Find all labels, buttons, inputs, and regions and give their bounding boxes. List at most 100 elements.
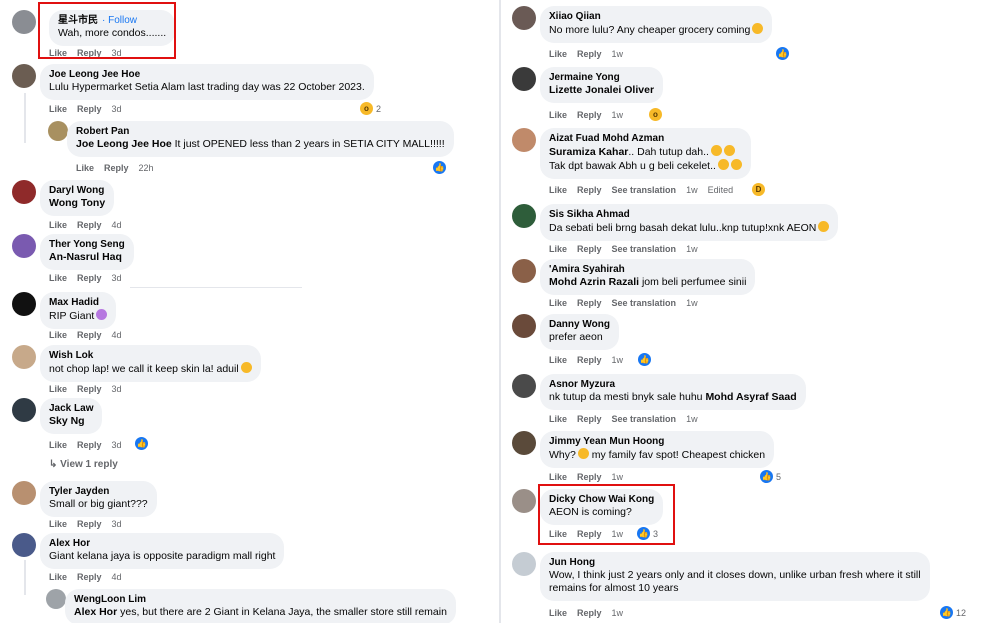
like-button[interactable]: Like (76, 163, 94, 173)
timestamp[interactable]: 3d (112, 273, 122, 283)
avatar[interactable] (512, 128, 536, 152)
reply-button[interactable]: Reply (577, 49, 602, 59)
like-button[interactable]: Like (549, 608, 567, 618)
like-button[interactable]: Like (49, 273, 67, 283)
mention-link[interactable]: Sky Ng (49, 415, 93, 428)
mention-link[interactable]: Alex Hor (74, 606, 117, 618)
reply-button[interactable]: Reply (104, 163, 129, 173)
avatar[interactable] (512, 489, 536, 513)
reply-button[interactable]: Reply (577, 608, 602, 618)
author-name[interactable]: Daryl Wong (49, 184, 105, 197)
author-name[interactable]: Xiiao Qiian (549, 10, 763, 23)
avatar[interactable] (12, 398, 36, 422)
reply-button[interactable]: Reply (77, 440, 102, 450)
reaction-summary[interactable]: 👍 5 (760, 470, 781, 483)
reaction-summary[interactable]: o2 (360, 102, 381, 115)
mention-link[interactable]: Mohd Asyraf Saad (705, 391, 796, 403)
timestamp[interactable]: 1w (686, 414, 698, 424)
avatar[interactable] (512, 314, 536, 338)
like-button[interactable]: Like (49, 330, 67, 340)
like-button[interactable]: Like (549, 355, 567, 365)
reaction-summary[interactable]: 👍 (638, 353, 651, 366)
avatar[interactable] (12, 10, 36, 34)
timestamp[interactable]: 1w (686, 244, 698, 254)
avatar[interactable] (46, 589, 66, 609)
avatar[interactable] (512, 374, 536, 398)
avatar[interactable] (12, 180, 36, 204)
see-translation-link[interactable]: See translation (612, 244, 677, 254)
avatar[interactable] (12, 292, 36, 316)
mention-link[interactable]: Lizette Jonalei Oliver (549, 84, 654, 97)
author-name[interactable]: Sis Sikha Ahmad (549, 208, 829, 221)
avatar[interactable] (512, 6, 536, 30)
see-translation-link[interactable]: See translation (612, 185, 677, 195)
reply-button[interactable]: Reply (577, 414, 602, 424)
author-name[interactable]: Aizat Fuad Mohd Azman (549, 132, 742, 145)
avatar[interactable] (512, 204, 536, 228)
timestamp[interactable]: 1w (612, 110, 624, 120)
like-button[interactable]: Like (49, 440, 67, 450)
mention-link[interactable]: Suramiza Kahar (549, 146, 628, 158)
reply-button[interactable]: Reply (77, 104, 102, 114)
timestamp[interactable]: 1w (686, 298, 698, 308)
timestamp[interactable]: 3d (112, 104, 122, 114)
reply-button[interactable]: Reply (577, 244, 602, 254)
reaction-summary[interactable]: 👍 (135, 437, 148, 450)
timestamp[interactable]: 3d (112, 384, 122, 394)
like-button[interactable]: Like (549, 110, 567, 120)
author-name[interactable]: Jermaine Yong (549, 71, 654, 84)
avatar[interactable] (512, 67, 536, 91)
author-name[interactable]: Danny Wong (549, 318, 610, 331)
timestamp[interactable]: 3d (112, 440, 122, 450)
avatar[interactable] (512, 552, 536, 576)
like-button[interactable]: Like (49, 384, 67, 394)
avatar[interactable] (48, 121, 68, 141)
avatar[interactable] (512, 431, 536, 455)
avatar[interactable] (12, 64, 36, 88)
reaction-summary[interactable]: 👍 (776, 47, 789, 60)
view-replies-link[interactable]: ↳ View 1 reply (49, 459, 118, 470)
author-name[interactable]: Max Hadid (49, 296, 107, 309)
like-button[interactable]: Like (549, 244, 567, 254)
reply-button[interactable]: Reply (77, 273, 102, 283)
reaction-summary[interactable]: 👍 12 (940, 606, 966, 619)
timestamp[interactable]: 1w (612, 355, 624, 365)
reply-button[interactable]: Reply (577, 185, 602, 195)
author-name[interactable]: Jimmy Yean Mun Hoong (549, 435, 765, 448)
like-button[interactable]: Like (549, 298, 567, 308)
reaction-summary[interactable]: 👍 (433, 161, 446, 174)
like-button[interactable]: Like (549, 414, 567, 424)
author-name[interactable]: Tyler Jayden (49, 485, 148, 498)
reply-button[interactable]: Reply (577, 355, 602, 365)
reply-button[interactable]: Reply (77, 572, 102, 582)
like-button[interactable]: Like (549, 185, 567, 195)
author-name[interactable]: Jun Hong (549, 556, 921, 569)
mention-link[interactable]: An-Nasrul Haq (49, 251, 125, 264)
see-translation-link[interactable]: See translation (612, 298, 677, 308)
avatar[interactable] (12, 345, 36, 369)
author-name[interactable]: Wish Lok (49, 349, 252, 362)
reply-button[interactable]: Reply (77, 384, 102, 394)
reply-button[interactable]: Reply (577, 298, 602, 308)
timestamp[interactable]: 1w (612, 608, 624, 618)
like-button[interactable]: Like (549, 472, 567, 482)
author-name[interactable]: WengLoon Lim (74, 593, 447, 606)
author-name[interactable]: Asnor Myzura (549, 378, 797, 391)
author-name[interactable]: Alex Hor (49, 537, 275, 550)
reply-button[interactable]: Reply (577, 472, 602, 482)
mention-link[interactable]: Wong Tony (49, 197, 105, 210)
like-button[interactable]: Like (49, 220, 67, 230)
reply-button[interactable]: Reply (77, 330, 102, 340)
timestamp[interactable]: 4d (112, 572, 122, 582)
timestamp[interactable]: 4d (112, 220, 122, 230)
timestamp[interactable]: 3d (112, 519, 122, 529)
like-button[interactable]: Like (49, 104, 67, 114)
timestamp[interactable]: 4d (112, 330, 122, 340)
like-button[interactable]: Like (49, 572, 67, 582)
like-button[interactable]: Like (49, 519, 67, 529)
timestamp[interactable]: 22h (139, 163, 154, 173)
author-name[interactable]: 'Amira Syahirah (549, 263, 746, 276)
reaction-summary[interactable]: D (752, 183, 765, 196)
reply-button[interactable]: Reply (77, 519, 102, 529)
author-name[interactable]: Ther Yong Seng (49, 238, 125, 251)
